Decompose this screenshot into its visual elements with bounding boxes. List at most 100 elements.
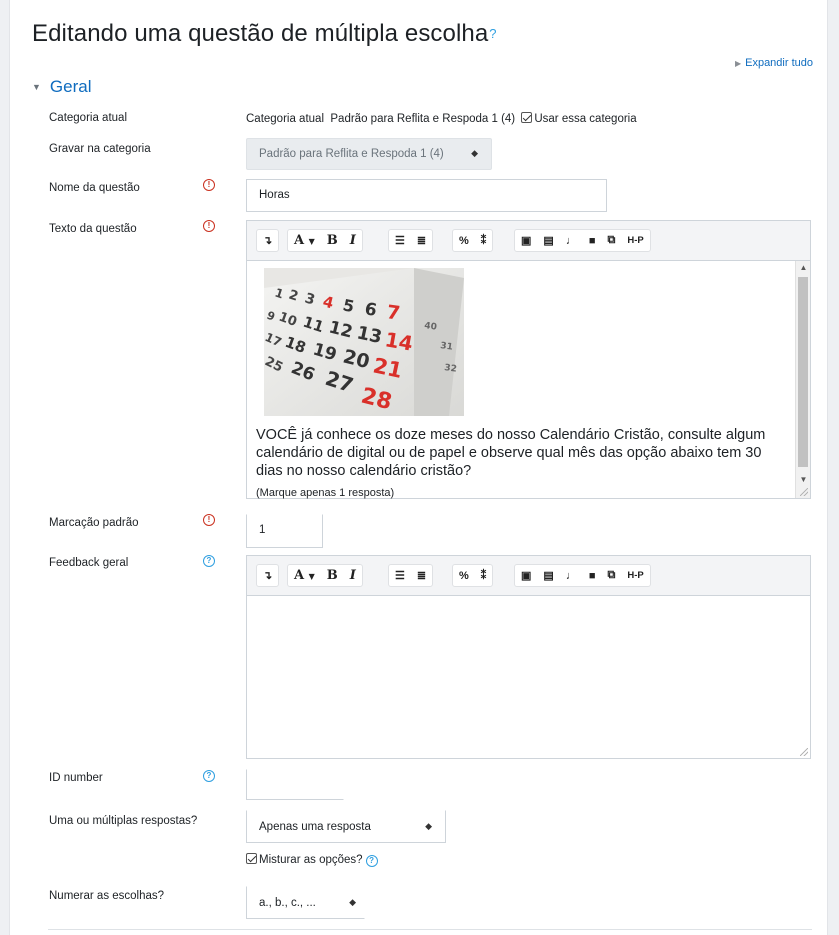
resize-handle-icon[interactable] xyxy=(800,488,808,496)
unordered-list-icon[interactable]: ☰ xyxy=(389,230,411,251)
use-category-checkbox[interactable] xyxy=(521,112,533,123)
video-icon[interactable]: ■ xyxy=(583,230,602,251)
question-name-value: Horas xyxy=(259,189,290,201)
toolbar-group-media: ▣ ▤ ♩ ■ ⧉ H-P xyxy=(514,229,651,252)
toolbar-group-collapse: ↴ xyxy=(256,229,280,252)
current-category-value: Categoria atual Padrão para Reflita e Re… xyxy=(246,112,637,125)
link-icon[interactable]: % xyxy=(453,230,475,251)
default-mark-input[interactable]: 1 xyxy=(246,514,323,548)
collapse-caret-icon: ▼ xyxy=(32,82,41,92)
toolbar-toggle-icon[interactable]: ↴ xyxy=(257,230,278,251)
font-style-button[interactable]: A ▼ xyxy=(288,230,321,251)
single-multiple-select[interactable]: Apenas uma resposta ◆ xyxy=(246,810,446,843)
ordered-list-icon[interactable]: ≣ xyxy=(411,230,432,251)
section-general-title: Geral xyxy=(49,77,92,96)
toolbar-toggle-icon[interactable]: ↴ xyxy=(257,565,278,586)
link-icon[interactable]: % xyxy=(453,565,475,586)
media-icon[interactable]: ▤ xyxy=(537,565,559,586)
select-arrows-icon: ◆ xyxy=(425,821,432,831)
video-icon[interactable]: ■ xyxy=(583,565,602,586)
image-icon[interactable]: ▣ xyxy=(515,565,537,586)
font-style-button[interactable]: A ▼ xyxy=(288,565,321,586)
copy-icon[interactable]: ⧉ xyxy=(601,230,621,251)
scroll-down-icon[interactable]: ▼ xyxy=(796,475,811,484)
bold-button[interactable]: B xyxy=(321,565,344,586)
svg-text:32: 32 xyxy=(444,363,458,375)
current-category-prefix: Categoria atual xyxy=(246,113,324,125)
help-icon[interactable]: ? xyxy=(365,855,378,867)
image-icon[interactable]: ▣ xyxy=(515,230,537,251)
page-title: Editando uma questão de múltipla escolha… xyxy=(32,20,497,48)
chevron-down-icon: ▼ xyxy=(308,570,315,581)
save-category-selected: Padrão para Reflita e Respoda 1 (4) xyxy=(259,148,444,160)
editor-toolbar: ↴ A ▼ B I ☰ ≣ % ⁑ ▣ ▤ ♩ ■ ⧉ H-P xyxy=(247,556,810,596)
section-general-header[interactable]: ▼ Geral xyxy=(32,77,92,97)
shuffle-option: Misturar as opções?? xyxy=(246,853,378,867)
italic-button[interactable]: I xyxy=(344,230,362,251)
unordered-list-icon[interactable]: ☰ xyxy=(389,565,411,586)
numbering-select[interactable]: a., b., c., ... ◆ xyxy=(246,886,365,919)
italic-button[interactable]: I xyxy=(344,565,362,586)
question-text-editor[interactable]: ↴ A ▼ B I ☰ ≣ % ⁑ ▣ ▤ ♩ ■ ⧉ H-P 1 2 3 4 … xyxy=(246,220,811,499)
toolbar-group-lists: ☰ ≣ xyxy=(388,229,434,252)
font-style-label: A xyxy=(294,568,305,583)
select-arrows-icon: ◆ xyxy=(349,897,356,907)
question-name-label: Nome da questão xyxy=(49,182,140,194)
save-category-label: Gravar na categoria xyxy=(49,143,151,155)
resize-handle-icon[interactable] xyxy=(800,748,808,756)
question-name-input[interactable]: Horas xyxy=(246,179,607,212)
microphone-icon[interactable]: ♩ xyxy=(560,565,583,586)
question-edit-form: Editando uma questão de múltipla escolha… xyxy=(10,0,827,935)
question-text-body: VOCÊ já conhece os doze meses do nosso C… xyxy=(256,427,766,479)
expand-all-label: Expandir tudo xyxy=(745,57,813,69)
expand-all-link[interactable]: ▶ Expandir tudo xyxy=(735,57,813,69)
editor-content[interactable]: 1 2 3 4 5 6 7 9 10 11 12 13 14 17 18 19 … xyxy=(247,261,810,499)
scroll-up-icon[interactable]: ▲ xyxy=(796,263,811,272)
h5p-button[interactable]: H-P xyxy=(621,565,649,586)
calendar-image: 1 2 3 4 5 6 7 9 10 11 12 13 14 17 18 19 … xyxy=(264,268,464,416)
question-text-label: Texto da questão xyxy=(49,223,137,235)
help-icon[interactable]: ? xyxy=(203,555,215,567)
calendar-image-graphic: 1 2 3 4 5 6 7 9 10 11 12 13 14 17 18 19 … xyxy=(264,268,464,416)
shuffle-checkbox-label: Misturar as opções? xyxy=(259,854,363,866)
font-style-label: A xyxy=(294,233,305,248)
unlink-icon[interactable]: ⁑ xyxy=(475,230,493,251)
id-number-input[interactable] xyxy=(246,769,344,800)
help-icon[interactable]: ? xyxy=(203,770,215,782)
microphone-icon[interactable]: ♩ xyxy=(560,230,583,251)
required-icon: ! xyxy=(203,179,215,191)
current-category-label: Categoria atual xyxy=(49,112,127,124)
feedback-content[interactable] xyxy=(247,596,810,758)
right-scroll-gutter xyxy=(827,0,839,935)
shuffle-checkbox[interactable] xyxy=(246,853,257,864)
numbering-selected: a., b., c., ... xyxy=(259,897,316,909)
toolbar-group-style: A ▼ B I xyxy=(287,564,363,587)
default-mark-label: Marcação padrão xyxy=(49,517,139,529)
copy-icon[interactable]: ⧉ xyxy=(601,565,621,586)
toolbar-group-collapse: ↴ xyxy=(256,564,280,587)
svg-text:14: 14 xyxy=(383,327,415,355)
form-divider xyxy=(48,929,812,930)
editor-scrollbar[interactable]: ▲ ▼ xyxy=(795,261,810,498)
expand-triangle-icon: ▶ xyxy=(734,59,742,68)
ordered-list-icon[interactable]: ≣ xyxy=(411,565,432,586)
required-icon: ! xyxy=(203,514,215,526)
bold-button[interactable]: B xyxy=(321,230,344,251)
scroll-thumb[interactable] xyxy=(798,277,808,467)
chevron-down-icon: ▼ xyxy=(308,235,315,246)
single-multiple-label: Uma ou múltiplas respostas? xyxy=(49,815,198,827)
numbering-label: Numerar as escolhas? xyxy=(49,890,165,902)
title-help-icon[interactable]: ? xyxy=(489,26,496,41)
h5p-button[interactable]: H-P xyxy=(621,230,649,251)
toolbar-group-lists: ☰ ≣ xyxy=(388,564,434,587)
save-category-select: Padrão para Reflita e Respoda 1 (4) ◆ xyxy=(246,138,492,170)
default-mark-value: 1 xyxy=(259,524,266,536)
svg-text:31: 31 xyxy=(440,341,454,353)
unlink-icon[interactable]: ⁑ xyxy=(475,565,493,586)
media-icon[interactable]: ▤ xyxy=(537,230,559,251)
use-category-checkbox-label: Usar essa categoria xyxy=(534,113,637,125)
toolbar-group-links: % ⁑ xyxy=(452,564,494,587)
general-feedback-editor[interactable]: ↴ A ▼ B I ☰ ≣ % ⁑ ▣ ▤ ♩ ■ ⧉ H-P xyxy=(246,555,811,759)
toolbar-group-media: ▣ ▤ ♩ ■ ⧉ H-P xyxy=(514,564,651,587)
single-multiple-selected: Apenas uma resposta xyxy=(259,821,371,833)
